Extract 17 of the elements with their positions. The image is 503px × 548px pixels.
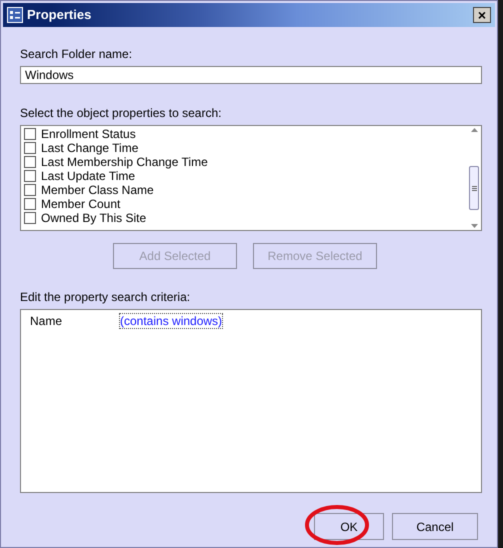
property-label[interactable]: Enrollment Status: [41, 127, 136, 141]
property-label[interactable]: Last Membership Change Time: [41, 155, 208, 169]
window-title: Properties: [27, 8, 92, 22]
property-label[interactable]: Member Class Name: [41, 183, 154, 197]
property-label[interactable]: Owned By This Site: [41, 211, 146, 225]
property-label[interactable]: Member Count: [41, 197, 120, 211]
field-label: Search Folder name:: [20, 47, 134, 61]
dialog-button[interactable]: Cancel: [392, 513, 478, 540]
dialog-button[interactable]: OK: [314, 513, 384, 540]
property-label[interactable]: Last Change Time: [41, 141, 138, 155]
list-label: Select the object properties to search:: [20, 106, 222, 120]
folder-name-field[interactable]: Windows: [20, 66, 482, 84]
criteria-value-link[interactable]: (contains windows): [119, 313, 224, 329]
close-button[interactable]: ×: [473, 7, 491, 23]
criteria-label: Edit the property search criteria:: [20, 290, 192, 304]
criteria-name: Name: [29, 314, 64, 328]
property-label[interactable]: Last Update Time: [41, 169, 136, 183]
